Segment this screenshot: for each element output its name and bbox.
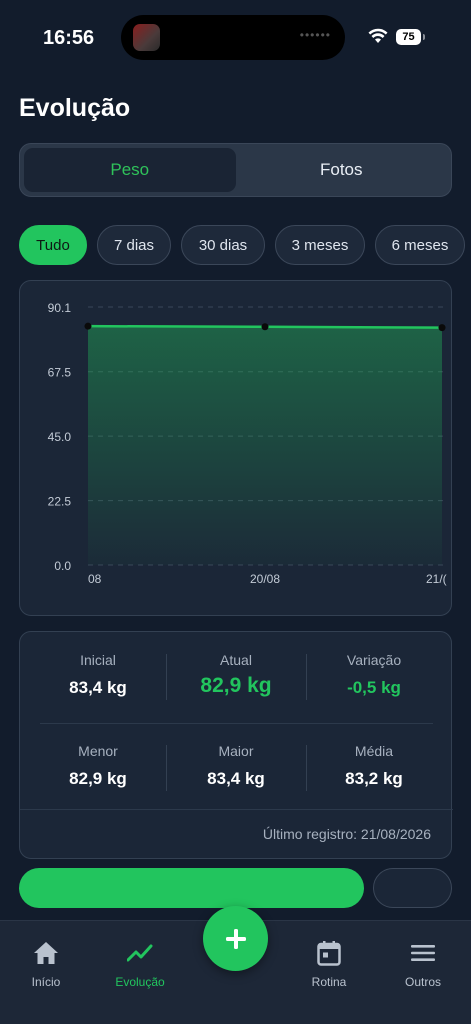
stat-inicial-label: Inicial xyxy=(80,652,116,668)
stat-atual: Atual 82,9 kg xyxy=(166,652,306,698)
y-tick-label: 90.1 xyxy=(48,301,72,315)
x-tick-label: 21/( xyxy=(426,572,447,586)
stat-variacao: Variação -0,5 kg xyxy=(304,652,444,698)
home-icon xyxy=(34,942,58,964)
segmented-control: Peso Fotos xyxy=(19,143,452,197)
filter-tudo[interactable]: Tudo xyxy=(19,225,87,265)
nav-inicio-label: Início xyxy=(31,975,61,989)
series-area xyxy=(88,326,442,565)
stat-maior-label: Maior xyxy=(218,743,254,759)
filter-7-dias[interactable]: 7 dias xyxy=(97,225,171,265)
data-point[interactable] xyxy=(438,324,446,332)
filter-3-meses[interactable]: 3 meses xyxy=(275,225,365,265)
nav-evolucao[interactable]: Evolução xyxy=(95,939,185,989)
status-time: 16:56 xyxy=(43,27,95,49)
data-point[interactable] xyxy=(84,322,92,330)
nav-rotina[interactable]: Rotina xyxy=(284,939,374,989)
stat-maior-value: 83,4 kg xyxy=(207,769,265,788)
stat-inicial: Inicial 83,4 kg xyxy=(28,652,168,698)
x-tick-label: 08 xyxy=(88,572,102,586)
data-point[interactable] xyxy=(261,323,269,331)
stat-media-label: Média xyxy=(354,743,394,759)
stat-inicial-value: 83,4 kg xyxy=(69,678,127,697)
stat-menor: Menor 82,9 kg xyxy=(28,743,168,789)
nav-rotina-label: Rotina xyxy=(311,975,347,989)
app-thumbnail-icon xyxy=(133,24,160,51)
period-filters: Tudo 7 dias 30 dias 3 meses 6 meses xyxy=(19,225,471,265)
calendar-icon xyxy=(317,941,341,966)
battery-icon: 75 xyxy=(396,29,425,45)
weight-chart-card: 90.1 67.5 45.0 22.5 0.0 08 20/08 21/( xyxy=(19,280,452,616)
y-tick-label: 22.5 xyxy=(48,495,72,509)
filter-30-dias[interactable]: 30 dias xyxy=(181,225,265,265)
stat-variacao-value: -0,5 kg xyxy=(347,678,401,697)
secondary-button[interactable] xyxy=(373,868,452,908)
plus-icon xyxy=(225,928,246,949)
tab-fotos[interactable]: Fotos xyxy=(236,148,448,192)
stat-variacao-label: Variação xyxy=(346,652,402,668)
tab-peso[interactable]: Peso xyxy=(24,148,236,192)
stat-atual-label: Atual xyxy=(220,652,252,668)
add-fab-button[interactable] xyxy=(203,906,268,971)
wifi-icon xyxy=(368,28,388,43)
status-bar: 16:56 •••••• 75 xyxy=(0,0,471,76)
stat-maior: Maior 83,4 kg xyxy=(166,743,306,789)
nav-outros-label: Outros xyxy=(404,975,441,989)
stat-menor-value: 82,9 kg xyxy=(69,769,127,788)
nav-inicio[interactable]: Início xyxy=(1,939,91,989)
weight-chart: 90.1 67.5 45.0 22.5 0.0 08 20/08 21/( xyxy=(48,301,447,586)
stat-atual-value: 82,9 kg xyxy=(200,674,272,697)
stat-media-value: 83,2 kg xyxy=(345,769,403,788)
filter-6-meses[interactable]: 6 meses xyxy=(375,225,465,265)
last-record-text: Último registro: 21/08/2026 xyxy=(262,826,431,842)
stats-card: Inicial 83,4 kg Atual 82,9 kg Variação -… xyxy=(19,631,453,859)
trending-up-icon xyxy=(127,944,153,962)
stat-media: Média 83,2 kg xyxy=(304,743,444,789)
y-tick-label: 45.0 xyxy=(48,430,72,444)
add-weight-button[interactable] xyxy=(19,868,364,908)
divider xyxy=(40,723,433,724)
nav-evolucao-label: Evolução xyxy=(115,975,165,989)
y-tick-label: 67.5 xyxy=(48,366,72,380)
x-tick-label: 20/08 xyxy=(250,572,280,586)
dynamic-island: •••••• xyxy=(121,15,345,60)
page-title: Evolução xyxy=(19,94,131,122)
nav-outros[interactable]: Outros xyxy=(378,939,468,989)
island-dots-icon: •••••• xyxy=(299,28,331,42)
divider xyxy=(20,809,453,810)
stat-menor-label: Menor xyxy=(78,743,118,759)
menu-icon xyxy=(411,945,435,961)
y-tick-label: 0.0 xyxy=(54,559,71,573)
